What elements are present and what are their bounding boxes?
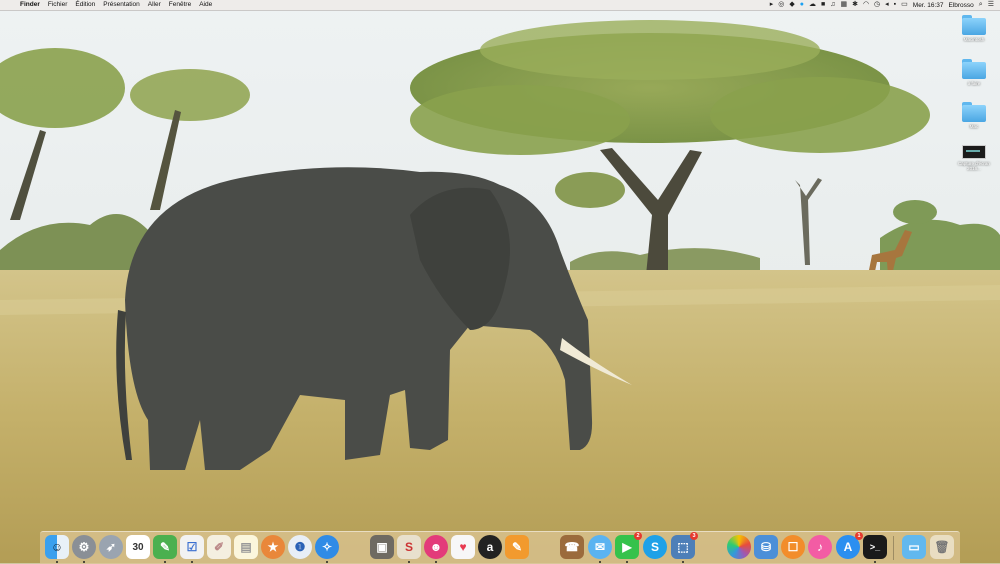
dock-evernote-icon[interactable]: ✎ bbox=[153, 535, 177, 563]
menu-bar-left: Finder Fichier Édition Présentation Alle… bbox=[0, 0, 216, 10]
dock-textedit-icon[interactable]: ✐ bbox=[207, 535, 231, 559]
dock-omnifocus-icon[interactable]: ☑ bbox=[180, 535, 204, 563]
desktop-wallpaper bbox=[0, 0, 1000, 563]
dock-safari-icon[interactable]: ✧ bbox=[315, 535, 339, 563]
notification-center-icon[interactable]: ☰ bbox=[988, 0, 994, 10]
dock-tweetbot-icon[interactable]: ☻ bbox=[424, 535, 448, 563]
notification-badge: 3 bbox=[690, 532, 698, 540]
dock-terminal-icon[interactable]: >_ bbox=[863, 535, 887, 563]
dock-archive-icon[interactable]: ▣ bbox=[370, 535, 394, 559]
battery-icon[interactable]: ▭ bbox=[901, 0, 908, 10]
menu-bar: Finder Fichier Édition Présentation Alle… bbox=[0, 0, 1000, 11]
wifi-icon[interactable]: ◠ bbox=[863, 0, 869, 10]
dock-scrivener-icon[interactable]: S bbox=[397, 535, 421, 563]
status-circle-icon[interactable]: ◎ bbox=[778, 0, 784, 10]
airplay-icon[interactable]: ▸ bbox=[770, 0, 774, 10]
desktop-icon-folder[interactable]: à faire bbox=[953, 58, 995, 86]
clock[interactable]: Mer. 16:37 bbox=[913, 2, 944, 9]
user-name[interactable]: Elbrosso bbox=[949, 2, 974, 9]
dropbox-icon[interactable]: ◆ bbox=[789, 0, 794, 10]
menu-file[interactable]: Fichier bbox=[44, 0, 72, 10]
menu-help[interactable]: Aide bbox=[195, 0, 216, 10]
volume-icon[interactable]: ◂ bbox=[885, 0, 889, 10]
desktop-icon-label: Mac bbox=[969, 124, 979, 129]
dock-separator bbox=[893, 536, 894, 560]
desktop-icon-label: à faire bbox=[967, 81, 981, 86]
desktop-icon-folder[interactable]: Mac bbox=[953, 101, 995, 129]
dock: ☺ ⚙ ➶ 30 ✎ ☑ ✐ ▤ ★ ❶ ✧ ▣ S ☻ ♥ a ✎ ☎ ✉ ▶… bbox=[40, 531, 960, 564]
folder-icon bbox=[962, 15, 986, 35]
desktop-icon-screenshot[interactable]: Capture d'écran 2016... bbox=[953, 141, 995, 171]
notification-badge: 1 bbox=[855, 532, 863, 540]
desktop-icon-label: Macintosh bbox=[963, 37, 985, 42]
dock-skype-icon[interactable]: S bbox=[643, 535, 667, 559]
dock-calendar-icon[interactable]: 30 bbox=[126, 535, 150, 559]
dock-itunes-icon[interactable]: ♪ bbox=[808, 535, 832, 559]
flag-icon[interactable]: ▪ bbox=[894, 0, 896, 10]
spotlight-icon[interactable]: ⌕ bbox=[979, 0, 983, 10]
menu-window[interactable]: Fenêtre bbox=[165, 0, 195, 10]
dock-reeder-icon[interactable]: ★ bbox=[261, 535, 285, 559]
dock-downloads-folder-icon[interactable]: ▭ bbox=[902, 535, 926, 559]
time-machine-icon[interactable]: ◷ bbox=[874, 0, 880, 10]
app-menu-finder[interactable]: Finder bbox=[16, 0, 44, 10]
dock-system-preferences-icon[interactable]: ⚙ bbox=[72, 535, 96, 563]
dock-disk-utility-icon[interactable]: ⛁ bbox=[754, 535, 778, 559]
dock-launchpad-icon[interactable]: ➶ bbox=[99, 535, 123, 559]
dock-pocket-icon[interactable]: ♥ bbox=[451, 535, 475, 559]
dock-1password-icon[interactable]: ❶ bbox=[288, 535, 312, 559]
menu-edit[interactable]: Édition bbox=[71, 0, 99, 10]
desktop-icon-label: Capture d'écran 2016... bbox=[958, 161, 990, 171]
dock-contacts-icon[interactable]: ☎ bbox=[560, 535, 584, 559]
cloud-icon[interactable]: ☁ bbox=[809, 0, 816, 10]
dock-facetime-icon[interactable]: ▶ 2 bbox=[615, 532, 642, 563]
headphones-icon[interactable]: ♫ bbox=[830, 0, 835, 10]
notification-badge: 2 bbox=[634, 532, 642, 540]
dock-preview-icon[interactable]: ⬚ 3 bbox=[671, 532, 698, 563]
calendar-date: 30 bbox=[132, 541, 144, 553]
dock-photos-icon[interactable] bbox=[727, 535, 751, 559]
dock-ibooks-icon[interactable]: ☐ bbox=[781, 535, 805, 559]
folder-icon bbox=[962, 59, 986, 79]
dock-amazon-icon[interactable]: a bbox=[478, 535, 502, 559]
dock-notes-icon[interactable]: ▤ bbox=[234, 535, 258, 559]
bluetooth-icon[interactable]: ✱ bbox=[852, 0, 858, 10]
status-menus: ▸ ◎ ◆ ● ☁ ■ ♫ ▦ ✱ ◠ ◷ ◂ ▪ ▭ Mer. 16:37 E… bbox=[770, 0, 1000, 10]
dock-finder-icon[interactable]: ☺ bbox=[45, 535, 69, 563]
dock-trash-icon[interactable]: 🗑 bbox=[930, 535, 954, 559]
menu-view[interactable]: Présentation bbox=[99, 0, 144, 10]
dock-messages-icon[interactable]: ✉ bbox=[588, 535, 612, 563]
menu-go[interactable]: Aller bbox=[144, 0, 165, 10]
grid-icon[interactable]: ▦ bbox=[840, 0, 847, 10]
screenshot-thumbnail-icon bbox=[962, 145, 986, 159]
desktop-icon-folder[interactable]: Macintosh bbox=[953, 14, 995, 42]
dock-app-store-icon[interactable]: A1 bbox=[836, 532, 863, 559]
folder-icon bbox=[962, 102, 986, 122]
dock-pages-icon[interactable]: ✎ bbox=[505, 535, 529, 559]
twitter-icon[interactable]: ● bbox=[800, 0, 804, 10]
box-icon[interactable]: ■ bbox=[821, 0, 825, 10]
